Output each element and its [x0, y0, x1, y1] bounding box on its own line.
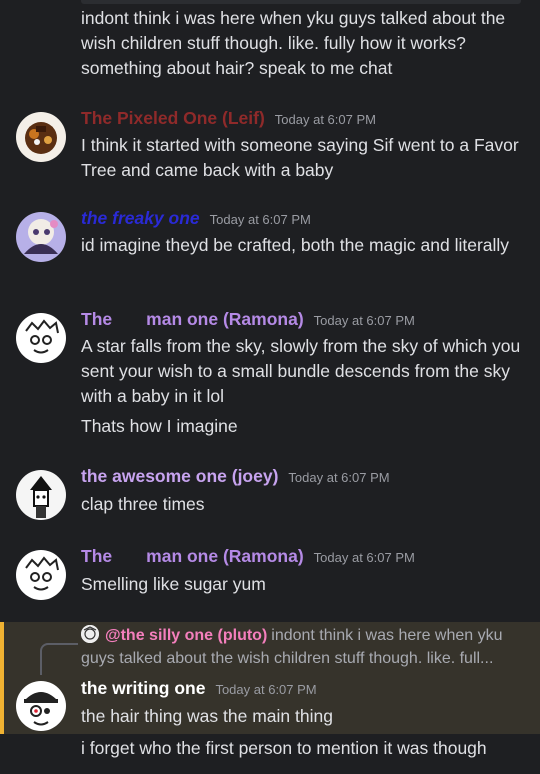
reply-avatar — [81, 625, 99, 643]
reply-connector — [40, 643, 78, 675]
author-name[interactable]: the writing one — [81, 678, 205, 699]
mention-highlight-bar — [0, 622, 4, 734]
message-header: The man one (Ramona) Today at 6:07 PM — [81, 546, 415, 572]
message-text: indont think i was here when yku guys ta… — [81, 8, 506, 78]
message-text-followup: Thats how I imagine — [81, 416, 238, 436]
avatar[interactable] — [16, 550, 66, 600]
avatar[interactable] — [16, 212, 66, 262]
reply-author[interactable]: @the silly one (pluto) — [105, 627, 267, 644]
author-name[interactable]: The man one (Ramona) — [81, 309, 304, 330]
timestamp[interactable]: Today at 6:07 PM — [210, 212, 311, 227]
timestamp[interactable]: Today at 6:07 PM — [275, 112, 376, 127]
avatar[interactable] — [16, 681, 66, 731]
message-header: the awesome one (joey) Today at 6:07 PM — [81, 466, 390, 492]
message-header: the writing one Today at 6:07 PM — [81, 678, 317, 704]
message-header: The man one (Ramona) Today at 6:07 PM — [81, 309, 415, 335]
author-name[interactable]: The man one (Ramona) — [81, 546, 304, 567]
message-text: I think it started with someone saying S… — [81, 135, 519, 180]
message-header: the freaky one Today at 6:07 PM — [81, 208, 311, 234]
author-name[interactable]: the awesome one (joey) — [81, 466, 278, 487]
chat-message-list: indont think i was here when yku guys ta… — [0, 0, 540, 774]
timestamp[interactable]: Today at 6:07 PM — [314, 550, 415, 565]
avatar[interactable] — [16, 112, 66, 162]
author-name[interactable]: The Pixeled One (Leif) — [81, 108, 265, 129]
avatar[interactable] — [16, 313, 66, 363]
avatar[interactable] — [16, 470, 66, 520]
message-text-followup: i forget who the first person to mention… — [81, 738, 487, 758]
reply-preview[interactable]: @the silly one (pluto) indont think i was… — [81, 624, 531, 670]
message-text: clap three times — [81, 494, 205, 514]
message-header: The Pixeled One (Leif) Today at 6:07 PM — [81, 108, 376, 134]
top-divider — [81, 0, 521, 4]
message-text: id imagine theyd be crafted, both the ma… — [81, 235, 510, 255]
timestamp[interactable]: Today at 6:07 PM — [314, 313, 415, 328]
message-text: Smelling like sugar yum — [81, 574, 266, 594]
message-text: A star falls from the sky, slowly from t… — [81, 336, 521, 406]
timestamp[interactable]: Today at 6:07 PM — [215, 682, 316, 697]
message-text: the hair thing was the main thing — [81, 706, 333, 726]
timestamp[interactable]: Today at 6:07 PM — [288, 470, 389, 485]
author-name[interactable]: the freaky one — [81, 208, 200, 229]
